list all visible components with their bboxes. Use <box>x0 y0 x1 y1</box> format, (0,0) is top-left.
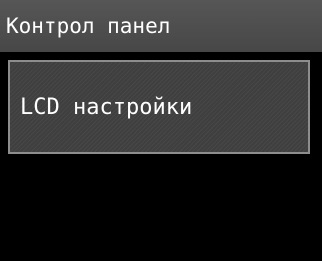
page-title: Контрол панел <box>6 14 171 38</box>
menu-item-lcd-settings[interactable]: LCD настройки <box>8 60 310 154</box>
menu-item-label: LCD настройки <box>20 95 193 120</box>
title-bar: Контрол панел <box>0 0 322 52</box>
lcd-screen: Контрол панел LCD настройки <box>0 0 322 261</box>
